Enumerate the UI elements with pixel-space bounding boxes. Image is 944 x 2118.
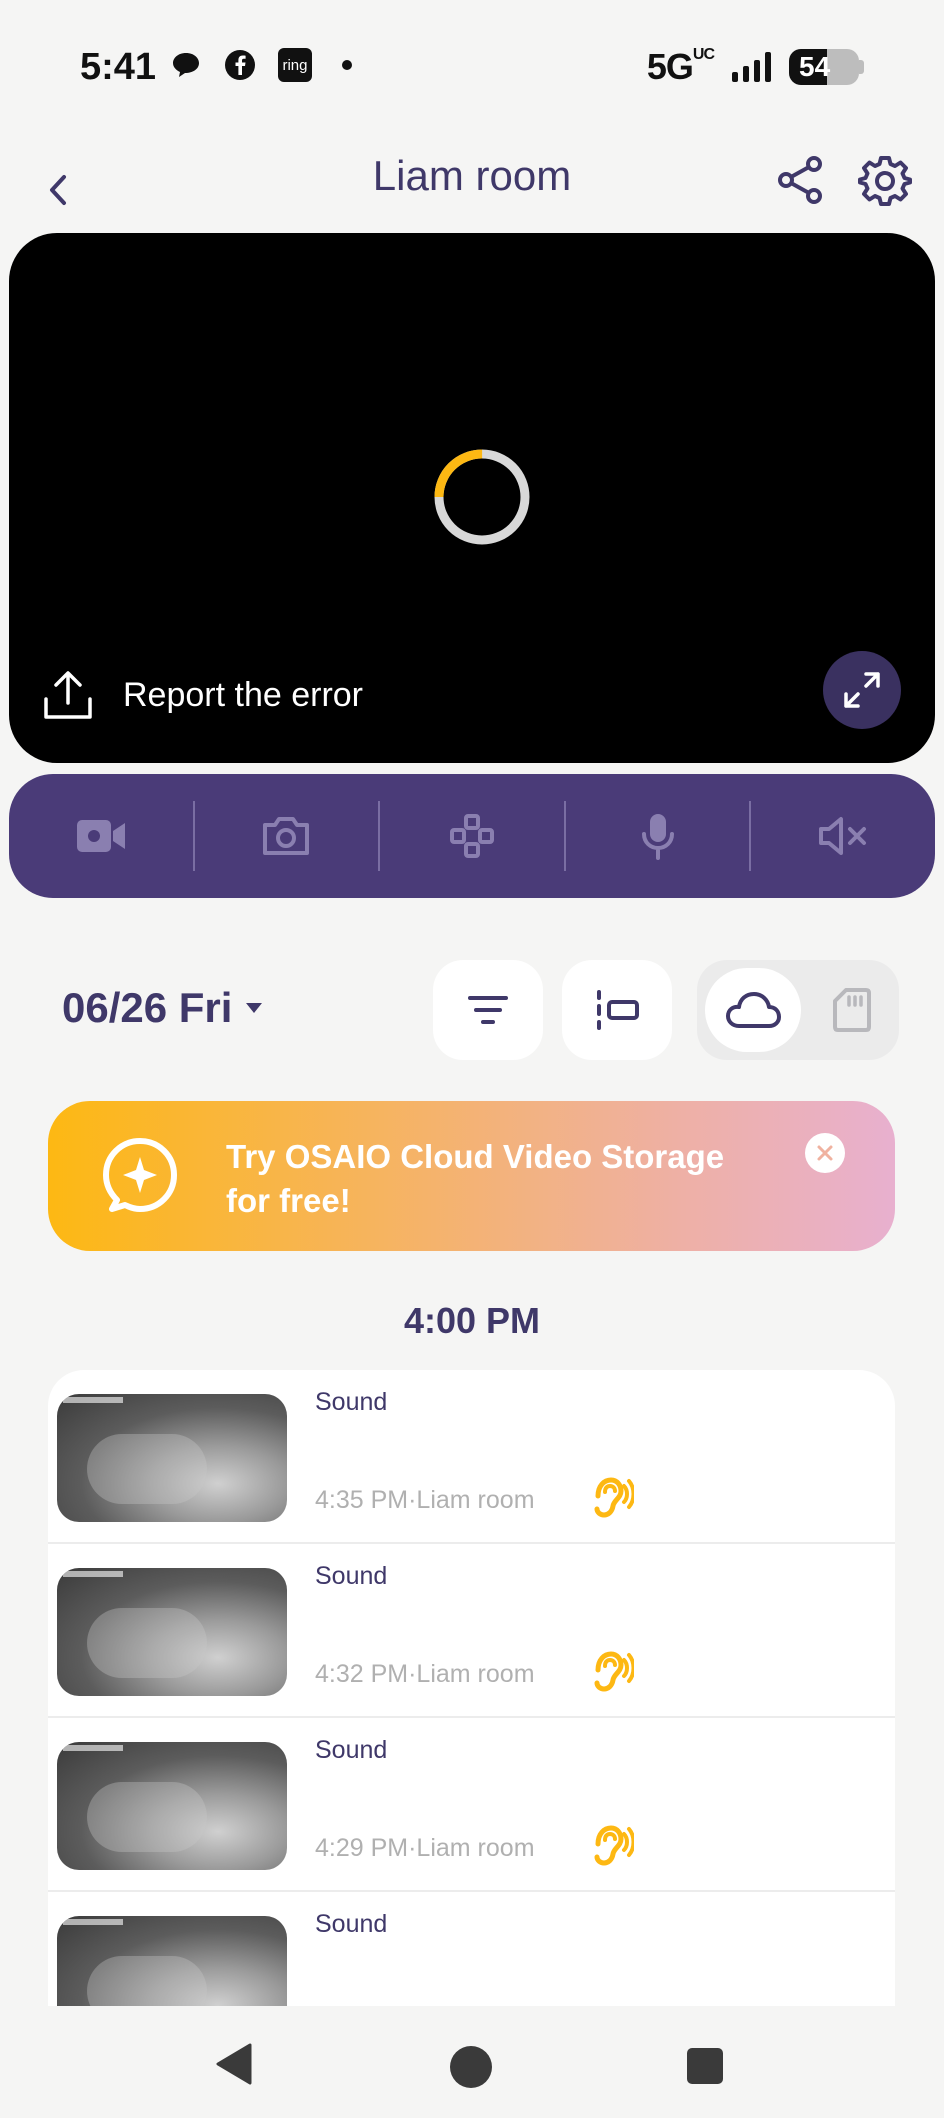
caret-down-icon xyxy=(246,1003,263,1013)
report-error-button[interactable]: Report the error xyxy=(43,669,363,721)
cloud-sparkle-icon xyxy=(103,1138,177,1212)
back-button[interactable] xyxy=(38,162,78,218)
event-meta: 4:29 PM·Liam room xyxy=(315,1834,535,1862)
live-video-player[interactable]: Report the error xyxy=(9,233,935,763)
notification-icons: ring xyxy=(170,48,352,82)
share-button[interactable] xyxy=(774,154,826,206)
status-bar: 5:41 ring 5GUC 54 xyxy=(0,0,944,135)
status-time: 5:41 xyxy=(80,46,157,88)
sd-card-icon xyxy=(833,988,871,1032)
snapshot-icon xyxy=(263,817,310,855)
expand-icon xyxy=(844,672,880,708)
event-thumbnail xyxy=(57,1394,287,1522)
close-icon xyxy=(817,1145,833,1161)
microphone-icon xyxy=(641,814,674,860)
date-picker[interactable]: 06/26 Fri xyxy=(62,984,264,1032)
more-notifications-dot xyxy=(342,60,352,70)
event-thumbnail xyxy=(57,1916,287,2006)
timeline-hour-label: 4:00 PM xyxy=(403,1300,541,1341)
talk-button[interactable] xyxy=(566,774,750,898)
nav-back-icon[interactable] xyxy=(214,2042,254,2086)
event-type: Sound xyxy=(315,1388,388,1416)
event-meta: 4:32 PM·Liam room xyxy=(315,1660,535,1688)
system-nav-bar xyxy=(0,2006,944,2118)
battery-level: 54 xyxy=(799,51,831,82)
nav-recents-icon[interactable] xyxy=(687,2048,723,2084)
banner-close-button[interactable] xyxy=(805,1133,845,1173)
ptz-control-icon xyxy=(449,814,494,858)
app-header: Liam room xyxy=(0,140,944,240)
mute-button[interactable] xyxy=(751,774,935,898)
report-error-label: Report the error xyxy=(123,675,363,714)
date-label: 06/26 Fri xyxy=(62,984,233,1031)
share-icon xyxy=(778,156,822,204)
cloud-trial-banner[interactable]: Try OSAIO Cloud Video Storage for free! xyxy=(48,1101,895,1251)
record-button[interactable] xyxy=(9,774,193,898)
event-thumbnail xyxy=(57,1742,287,1870)
battery-icon: 54 xyxy=(789,49,864,85)
event-type: Sound xyxy=(315,1562,388,1590)
facebook-icon xyxy=(224,49,256,81)
chat-bubble-icon xyxy=(170,49,202,81)
snapshot-button[interactable] xyxy=(195,774,379,898)
network-type: 5GUC xyxy=(646,46,715,87)
date-toolbar: 06/26 Fri xyxy=(0,960,944,1060)
mute-icon xyxy=(819,817,867,855)
storage-source-toggle xyxy=(697,960,899,1060)
event-meta: 4:35 PM·Liam room xyxy=(315,1486,535,1514)
cloud-icon xyxy=(726,992,781,1028)
record-video-icon xyxy=(76,820,125,852)
filter-button[interactable] xyxy=(433,960,543,1060)
sd-card-tab[interactable] xyxy=(817,974,887,1046)
gear-icon xyxy=(858,156,912,206)
upload-icon xyxy=(44,671,92,719)
timeline-view-button[interactable] xyxy=(562,960,672,1060)
cloud-storage-tab[interactable] xyxy=(705,968,801,1052)
filter-icon xyxy=(468,996,508,1024)
event-type: Sound xyxy=(315,1910,388,1938)
list-item[interactable]: Sound 4:29 PM·Liam room xyxy=(48,1718,895,1892)
event-thumbnail xyxy=(57,1568,287,1696)
list-item[interactable]: Sound 4:32 PM·Liam room xyxy=(48,1544,895,1718)
ptz-button[interactable] xyxy=(380,774,564,898)
event-type: Sound xyxy=(315,1736,388,1764)
banner-text: Try OSAIO Cloud Video Storage for free! xyxy=(226,1138,725,1219)
sound-ear-icon xyxy=(594,1477,634,1518)
loading-spinner-icon xyxy=(434,449,530,545)
nav-home-icon[interactable] xyxy=(450,2046,492,2088)
sound-ear-icon xyxy=(594,1651,634,1692)
timeline-icon xyxy=(597,990,639,1030)
settings-button[interactable] xyxy=(858,154,912,208)
fullscreen-button[interactable] xyxy=(823,651,901,729)
signal-strength-icon xyxy=(732,52,771,82)
chevron-left-icon xyxy=(50,175,66,205)
list-item[interactable]: Sound xyxy=(48,1892,895,2006)
ring-app-icon: ring xyxy=(278,48,312,82)
event-list: Sound 4:35 PM·Liam room Sound 4:32 PM·Li… xyxy=(48,1370,895,2006)
list-item[interactable]: Sound 4:35 PM·Liam room xyxy=(48,1370,895,1544)
camera-control-bar xyxy=(9,774,935,898)
status-right: 5GUC 54 xyxy=(647,46,864,88)
sound-ear-icon xyxy=(594,1825,634,1866)
